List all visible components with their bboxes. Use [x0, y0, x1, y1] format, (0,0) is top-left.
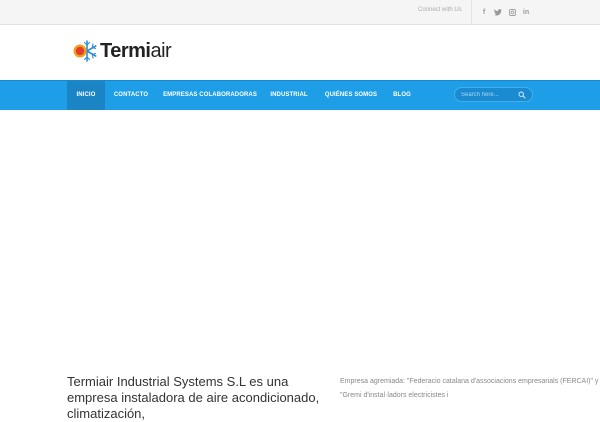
twitter-icon[interactable] — [492, 6, 504, 18]
site-logo[interactable]: Termiair — [72, 39, 172, 63]
instagram-icon[interactable] — [506, 6, 518, 18]
nav-item-inicio[interactable]: INICIO — [67, 81, 105, 110]
brand-name-light: air — [150, 39, 172, 62]
nav-item-contacto[interactable]: CONTACTO — [110, 81, 152, 110]
connect-label: Connect with Us — [418, 7, 462, 13]
nav-item-quienes-somos[interactable]: QUIÉNES SOMOS — [322, 81, 380, 110]
nav-item-empresas-colaboradoras[interactable]: EMPRESAS COLABORADORAS — [162, 81, 258, 110]
search-input[interactable] — [461, 90, 519, 100]
brand-name-bold: Termi — [100, 39, 151, 62]
search-box — [454, 87, 533, 102]
divider — [471, 0, 472, 24]
nav-item-industrial[interactable]: INDUSTRIAL — [266, 81, 312, 110]
linkedin-icon[interactable]: in — [520, 6, 532, 18]
snowflake-sun-icon — [73, 40, 97, 62]
top-bar: Connect with Us f in — [0, 0, 600, 25]
intro-text: Termiair Industrial Systems S.L es una e… — [67, 374, 320, 421]
hero-area — [0, 110, 600, 365]
membership-text: Empresa agremiada: "Federacio catalana d… — [340, 378, 599, 399]
search-icon[interactable] — [518, 91, 526, 99]
facebook-icon[interactable]: f — [478, 6, 490, 18]
nav-item-blog[interactable]: BLOG — [389, 81, 415, 110]
